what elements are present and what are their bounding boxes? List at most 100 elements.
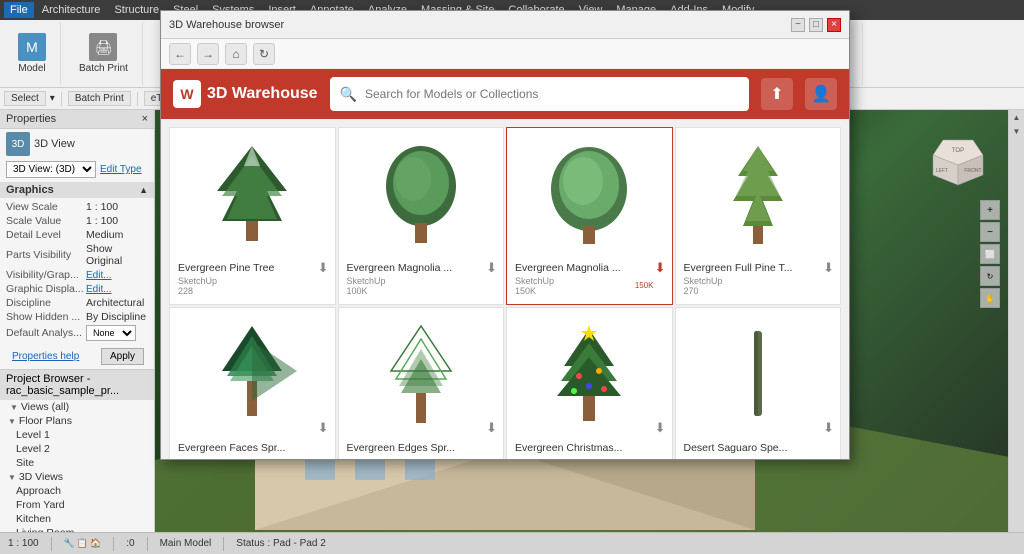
nav-back-button[interactable]: ← xyxy=(169,43,191,65)
model-card-edges-spr[interactable]: Evergreen Edges Spr... ⬇ xyxy=(338,307,505,459)
view-type-label: 3D View xyxy=(34,138,75,150)
download-btn-8[interactable]: ⬇ xyxy=(823,420,834,436)
zoom-out-button[interactable]: − xyxy=(980,222,1000,242)
right-ctrl-1[interactable]: ▲ xyxy=(1010,110,1024,124)
viewport-controls: + − ⬜ ↻ ✋ xyxy=(980,200,1000,308)
modal-close-button[interactable]: × xyxy=(827,18,841,32)
search-input[interactable] xyxy=(365,87,739,101)
properties-collapse[interactable]: × xyxy=(142,113,148,125)
download-btn-4[interactable]: ⬇ xyxy=(823,260,834,276)
upload-button[interactable]: ⬆ xyxy=(761,78,793,110)
view-select-row: 3D View: (3D) Edit Type xyxy=(0,159,154,180)
model-card-evergreen-magnolia-1[interactable]: Evergreen Magnolia ... SketchUp 100K ⬇ xyxy=(338,127,505,305)
model-card-evergreen-pine[interactable]: Evergreen Pine Tree SketchUp 228 ⬇ xyxy=(169,127,336,305)
zoom-in-button[interactable]: + xyxy=(980,200,1000,220)
graphics-label: Graphics xyxy=(6,184,54,196)
model-source-2: SketchUp xyxy=(347,276,496,286)
prop-visibility: Visibility/Grap... Edit... xyxy=(6,268,148,282)
warehouse-modal[interactable]: 3D Warehouse browser − □ × ← → ⌂ ↻ W 3D … xyxy=(160,10,850,460)
model-label: Model xyxy=(18,63,45,74)
download-btn-6[interactable]: ⬇ xyxy=(486,420,497,436)
pb-item-level2[interactable]: Level 2 xyxy=(0,442,154,456)
select-button[interactable]: Select xyxy=(4,91,46,106)
model-card-saguaro[interactable]: Desert Saguaro Spe... ⬇ xyxy=(675,307,842,459)
pb-item-3dviews[interactable]: ▼ 3D Views xyxy=(0,470,154,484)
graphics-section-header[interactable]: Graphics ▲ xyxy=(0,182,154,198)
status-bar: 1 : 100 🔧 📋 🏠 :0 Main Model Status : Pad… xyxy=(0,532,1024,554)
download-btn-3[interactable]: ⬇ xyxy=(655,260,666,276)
prop-graphic-display: Graphic Displa... Edit... xyxy=(6,282,148,296)
warehouse-logo-text: 3D Warehouse xyxy=(207,85,318,103)
download-count-3: 150K xyxy=(635,281,654,290)
modal-minimize-button[interactable]: − xyxy=(791,18,805,32)
model-name-2: Evergreen Magnolia ... xyxy=(347,262,496,274)
view-dropdown[interactable]: 3D View: (3D) xyxy=(6,161,96,178)
ribbon-btn-batchprint[interactable]: 🖨 Batch Print xyxy=(73,31,134,76)
warehouse-search-box[interactable]: 🔍 xyxy=(330,77,749,111)
modal-nav-bar: ← → ⌂ ↻ xyxy=(161,39,849,69)
properties-help-link[interactable]: Properties help xyxy=(6,349,85,364)
model-img-saguaro xyxy=(684,316,833,436)
prop-discipline: Discipline Architectural xyxy=(6,296,148,310)
model-img-evergreen-pine xyxy=(178,136,327,256)
menu-architecture[interactable]: Architecture xyxy=(36,2,107,18)
svg-text:LEFT: LEFT xyxy=(936,168,948,174)
model-card-christmas[interactable]: Evergreen Christmas... ⬇ xyxy=(506,307,673,459)
pb-item-level1[interactable]: Level 1 xyxy=(0,428,154,442)
nav-home-button[interactable]: ⌂ xyxy=(225,43,247,65)
pan-button[interactable]: ✋ xyxy=(980,288,1000,308)
menu-file[interactable]: File xyxy=(4,2,34,18)
pb-item-kitchen[interactable]: Kitchen xyxy=(0,512,154,526)
download-btn-2[interactable]: ⬇ xyxy=(486,260,497,276)
analysis-dropdown[interactable]: None xyxy=(86,325,136,341)
batchprint-icon: 🖨 xyxy=(89,33,117,61)
model-img-magnolia-2 xyxy=(515,136,664,256)
navigation-cube[interactable]: TOP LEFT FRONT xyxy=(928,130,988,190)
pb-item-floor-plans[interactable]: ▼ Floor Plans xyxy=(0,414,154,428)
graphic-edit-link[interactable]: Edit... xyxy=(86,284,112,295)
status-divider-2 xyxy=(113,537,114,551)
edit-type-link[interactable]: Edit Type xyxy=(100,164,142,175)
nav-forward-button[interactable]: → xyxy=(197,43,219,65)
scale-display: 1 : 100 xyxy=(8,538,39,549)
account-button[interactable]: 👤 xyxy=(805,78,837,110)
fit-view-button[interactable]: ⬜ xyxy=(980,244,1000,264)
warehouse-header: W 3D Warehouse 🔍 ⬆ 👤 xyxy=(161,69,849,119)
batch-print-button[interactable]: Batch Print xyxy=(68,91,131,106)
status-icons: 🔧 📋 🏠 xyxy=(64,538,102,549)
svg-text:FRONT: FRONT xyxy=(964,168,981,174)
ribbon-btn-model[interactable]: M Model xyxy=(12,31,52,76)
status-divider-1 xyxy=(51,537,52,551)
download-btn-1[interactable]: ⬇ xyxy=(318,260,329,276)
pb-item-fromyard[interactable]: From Yard xyxy=(0,498,154,512)
pb-item-livingroom[interactable]: Living Room xyxy=(0,526,154,532)
right-ctrl-2[interactable]: ▼ xyxy=(1010,124,1024,138)
pb-item-views-all[interactable]: ▼ Views (all) xyxy=(0,400,154,414)
download-btn-7[interactable]: ⬇ xyxy=(655,420,666,436)
model-card-full-pine[interactable]: Evergreen Full Pine T... SketchUp 270 ⬇ xyxy=(675,127,842,305)
model-card-faces-spr[interactable]: Evergreen Faces Spr... ⬇ xyxy=(169,307,336,459)
warehouse-logo: W 3D Warehouse xyxy=(173,80,318,108)
ribbon-group-batchprint: 🖨 Batch Print xyxy=(65,22,143,85)
apply-button[interactable]: Apply xyxy=(101,348,144,365)
status-icon-2: 📋 xyxy=(77,538,88,549)
visibility-edit-link[interactable]: Edit... xyxy=(86,270,112,281)
model-card-evergreen-magnolia-2[interactable]: Evergreen Magnolia ... SketchUp 150K ⬇ 1… xyxy=(506,127,673,305)
pb-item-site[interactable]: Site xyxy=(0,456,154,470)
select-dropdown-arrow[interactable]: ▾ xyxy=(50,93,55,104)
menu-structure[interactable]: Structure xyxy=(108,2,165,18)
prop-detail-level: Detail Level Medium xyxy=(6,228,148,242)
modal-maximize-button[interactable]: □ xyxy=(809,18,823,32)
nav-refresh-button[interactable]: ↻ xyxy=(253,43,275,65)
download-btn-5[interactable]: ⬇ xyxy=(318,420,329,436)
modal-title: 3D Warehouse browser xyxy=(169,19,284,31)
batchprint-label: Batch Print xyxy=(79,63,128,74)
properties-rows: View Scale 1 : 100 Scale Value 1 : 100 D… xyxy=(0,198,154,344)
properties-title: Properties xyxy=(6,113,56,125)
status-icon-1: 🔧 xyxy=(64,538,75,549)
project-browser-tree: ▼ Views (all) ▼ Floor Plans Level 1 Leve… xyxy=(0,400,154,532)
pb-item-approach[interactable]: Approach xyxy=(0,484,154,498)
rotate-button[interactable]: ↻ xyxy=(980,266,1000,286)
graphics-collapse-icon[interactable]: ▲ xyxy=(139,185,148,195)
project-browser: Project Browser - rac_basic_sample_pr...… xyxy=(0,369,154,532)
